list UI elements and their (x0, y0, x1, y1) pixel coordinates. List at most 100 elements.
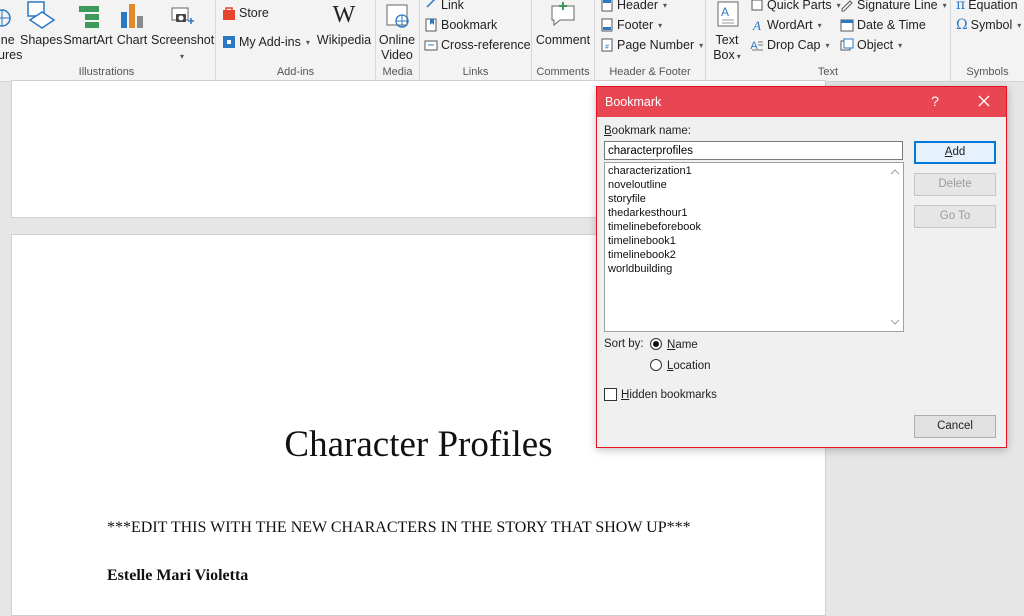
text-box-label-b: Box (713, 48, 735, 62)
delete-button[interactable]: Delete (914, 173, 996, 196)
quick-parts-icon (751, 0, 763, 11)
text-box-dropdown-icon: ▾ (736, 52, 741, 61)
add-button[interactable]: Add (914, 141, 996, 164)
bookmark-label: Bookmark (441, 18, 498, 32)
cross-reference-icon (424, 40, 438, 51)
object-label: Object (857, 38, 894, 52)
symbol-dropdown-icon: ▾ (1017, 20, 1022, 30)
scroll-down-icon[interactable] (890, 317, 900, 327)
chart-icon (121, 4, 143, 28)
dialog-title: Bookmark (605, 95, 662, 109)
list-item[interactable]: noveloutline (607, 178, 701, 192)
page-number-icon: # (601, 38, 613, 52)
sort-location-radio[interactable] (650, 359, 662, 371)
store-label: Store (239, 6, 269, 20)
svg-text:W: W (333, 2, 356, 28)
sort-name-label[interactable]: Name (667, 339, 698, 351)
cross-reference-button[interactable]: Cross-reference (424, 36, 531, 54)
text-box-button[interactable]: A Text Box ▾ (708, 0, 746, 64)
screenshot-dropdown-icon: ▾ (179, 52, 184, 61)
links-group-label: Links (462, 66, 489, 78)
header-button[interactable]: Header ▾ (600, 0, 667, 14)
wikipedia-button[interactable]: W Wikipedia (316, 0, 372, 48)
svg-text:A: A (752, 18, 761, 32)
bookmark-list[interactable]: characterization1 noveloutline storyfile… (604, 162, 904, 332)
page-number-label: Page Number (617, 38, 695, 52)
shapes-icon (27, 1, 56, 29)
help-button[interactable]: ? (927, 93, 943, 109)
symbols-group: π Equation Ω Symbol ▾ Symbols (951, 0, 1024, 81)
screenshot-button[interactable]: Screenshot ▾ (151, 0, 214, 64)
online-video-label-a: Online (378, 33, 416, 47)
wikipedia-label: Wikipedia (316, 33, 372, 47)
object-button[interactable]: Object ▾ (840, 36, 902, 54)
store-icon (223, 7, 235, 20)
document-note[interactable]: ***EDIT THIS WITH THE NEW CHARACTERS IN … (107, 519, 691, 537)
drop-cap-icon: A (750, 40, 763, 52)
chart-button[interactable]: Chart (115, 0, 149, 48)
links-group: Link Bookmark Cross-reference Links (420, 0, 532, 81)
svg-text:A: A (721, 5, 729, 19)
smartart-label: SmartArt (63, 33, 113, 47)
list-item[interactable]: timelinebeforebook (607, 220, 701, 234)
my-addins-icon (223, 36, 235, 48)
list-item[interactable]: timelinebook2 (607, 248, 701, 262)
character-name-heading[interactable]: Estelle Mari Violetta (107, 567, 248, 585)
drop-cap-button[interactable]: A Drop Cap ▾ (750, 36, 829, 54)
close-icon[interactable] (973, 90, 995, 112)
hidden-bookmarks-checkbox[interactable] (604, 388, 617, 401)
sort-by-label: Sort by: (604, 338, 644, 350)
my-addins-button[interactable]: My Add-ins ▾ (222, 33, 310, 51)
symbols-group-label: Symbols (966, 66, 1009, 78)
comments-group: Comment Comments (532, 0, 595, 81)
list-item[interactable]: characterization1 (607, 164, 701, 178)
bookmark-name-input[interactable] (604, 141, 903, 160)
media-group-label: Media (382, 66, 413, 78)
bookmark-list-scrollbar[interactable] (887, 163, 903, 331)
symbol-button[interactable]: Ω Symbol ▾ (956, 16, 1021, 34)
list-item[interactable]: storyfile (607, 192, 701, 206)
header-footer-group-label: Header & Footer (609, 66, 691, 78)
comment-icon (551, 2, 575, 27)
wordart-button[interactable]: A WordArt ▾ (750, 16, 822, 34)
list-item[interactable]: thedarkesthour1 (607, 206, 701, 220)
page-number-button[interactable]: # Page Number ▾ (600, 36, 703, 54)
list-item[interactable]: timelinebook1 (607, 234, 701, 248)
sort-name-radio[interactable] (650, 338, 662, 350)
equation-icon: π (956, 0, 966, 13)
signature-line-button[interactable]: Signature Line ▾ (840, 0, 947, 14)
cross-reference-label: Cross-reference (441, 38, 531, 52)
page-number-dropdown-icon: ▾ (699, 40, 704, 50)
comment-button[interactable]: Comment (532, 0, 594, 48)
footer-button[interactable]: Footer ▾ (600, 16, 662, 34)
cancel-button[interactable]: Cancel (914, 415, 996, 438)
object-dropdown-icon: ▾ (898, 40, 903, 50)
scroll-up-icon[interactable] (890, 167, 900, 177)
list-item[interactable]: worldbuilding (607, 262, 701, 276)
store-button[interactable]: Store (222, 4, 269, 22)
text-box-icon: A (717, 1, 739, 27)
shapes-button[interactable]: Shapes (20, 0, 62, 48)
bookmark-list-items: characterization1 noveloutline storyfile… (607, 164, 701, 276)
bookmark-button[interactable]: Bookmark (424, 16, 497, 34)
online-pictures-button[interactable]: ine ures (0, 0, 22, 63)
sort-location-label[interactable]: Location (667, 360, 711, 372)
illustrations-group-label: Illustrations (78, 66, 135, 78)
dialog-titlebar[interactable]: Bookmark ? (597, 87, 1006, 117)
equation-button[interactable]: π Equation (956, 0, 1018, 14)
hidden-bookmarks-label[interactable]: Hidden bookmarks (621, 389, 717, 401)
illustrations-group: ine ures Shapes SmartArt Chart Screensho… (0, 0, 216, 81)
quick-parts-button[interactable]: Quick Parts ▾ (750, 0, 841, 14)
online-video-button[interactable]: Online Video (376, 0, 418, 63)
text-group-label: Text (817, 66, 839, 78)
date-time-button[interactable]: Date & Time (840, 16, 926, 34)
online-pictures-label-b: ures (0, 48, 23, 62)
object-icon (840, 38, 854, 51)
smartart-button[interactable]: SmartArt (63, 0, 113, 48)
add-button-label: dd (952, 146, 966, 158)
my-addins-dropdown-icon: ▾ (305, 37, 310, 47)
header-dropdown-icon: ▾ (663, 0, 668, 10)
go-to-button[interactable]: Go To (914, 205, 996, 228)
link-button[interactable]: Link (424, 0, 464, 14)
wordart-dropdown-icon: ▾ (817, 20, 822, 30)
